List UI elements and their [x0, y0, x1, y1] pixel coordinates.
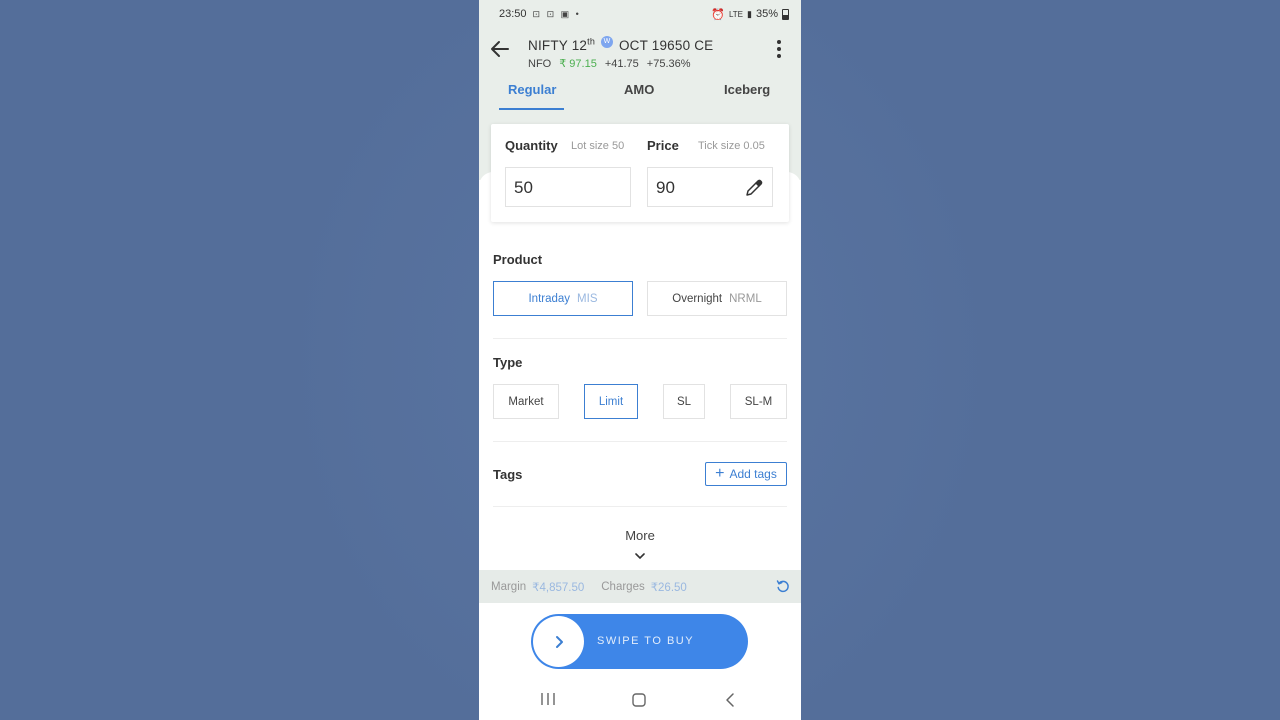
more-options-toggle[interactable]: More: [479, 528, 801, 543]
quantity-input[interactable]: 50: [505, 167, 631, 207]
lot-size-hint: Lot size 50: [571, 140, 625, 152]
instrument-header: NIFTY 12th W OCT 19650 CE NFO ₹ 97.15 +41.…: [528, 36, 748, 70]
tab-amo[interactable]: AMO: [624, 82, 654, 97]
quantity-price-card: Quantity Lot size 50 Price Tick size 0.0…: [491, 124, 789, 222]
status-time: 23:50: [499, 8, 527, 20]
phone-screen: 23:50 ⊡ ⊡ ▣ • ⏰ LTE ▮ 35% NIFTY 12th W O…: [479, 0, 801, 720]
type-market-button[interactable]: Market: [493, 384, 559, 419]
type-slm-button[interactable]: SL-M: [730, 384, 787, 419]
type-label: Type: [493, 355, 523, 370]
tick-size-hint: Tick size 0.05: [698, 140, 765, 152]
exchange-label: NFO: [528, 58, 552, 70]
price-value: 90: [656, 178, 675, 197]
quantity-value: 50: [514, 178, 533, 197]
notification-icons: ⊡ ⊡ ▣ •: [532, 8, 581, 19]
margin-bar: Margin ₹4,857.50 Charges ₹26.50: [479, 570, 801, 603]
chevron-down-icon[interactable]: [634, 551, 646, 561]
plus-icon: +: [715, 465, 725, 482]
back-arrow-icon[interactable]: [489, 38, 511, 60]
divider: [493, 441, 787, 442]
status-bar: 23:50 ⊡ ⊡ ▣ • ⏰ LTE ▮ 35%: [499, 6, 789, 22]
alarm-icon: ⏰: [711, 8, 725, 21]
battery-icon: [782, 8, 789, 20]
system-back-icon[interactable]: [724, 692, 736, 708]
add-tags-button[interactable]: + Add tags: [705, 462, 787, 486]
margin-value: ₹4,857.50: [532, 581, 585, 594]
active-tab-indicator: [499, 108, 564, 110]
quantity-label: Quantity: [505, 138, 558, 153]
divider: [493, 338, 787, 339]
instrument-title: NIFTY 12th W OCT 19650 CE: [528, 36, 748, 53]
network-label: LTE: [728, 9, 744, 19]
margin-label: Margin: [491, 580, 527, 593]
price-label: Price: [647, 138, 679, 153]
product-overnight-button[interactable]: Overnight NRML: [647, 281, 787, 316]
battery-percent: 35%: [755, 8, 778, 20]
status-right: ⏰ LTE ▮ 35%: [711, 8, 789, 21]
change-percent: +75.36%: [646, 58, 691, 70]
product-intraday-button[interactable]: Intraday MIS: [493, 281, 633, 316]
home-icon[interactable]: [631, 692, 647, 708]
ltp-value: ₹ 97.15: [559, 58, 597, 70]
price-picker-icon[interactable]: [744, 178, 764, 198]
swipe-handle[interactable]: [533, 616, 584, 667]
instrument-quote: NFO ₹ 97.15 +41.75 +75.36%: [528, 57, 748, 70]
divider: [493, 506, 787, 507]
signal-icon: ▮: [747, 8, 752, 19]
product-intraday-name: Intraday: [528, 292, 571, 305]
product-overnight-code: NRML: [729, 292, 762, 305]
tags-label: Tags: [493, 467, 523, 482]
recent-apps-icon[interactable]: [540, 692, 556, 706]
title-contract: OCT 19650 CE: [618, 38, 714, 53]
product-label: Product: [493, 252, 543, 267]
charges-value: ₹26.50: [650, 581, 687, 594]
charges-label: Charges: [601, 580, 645, 593]
order-variety-tabs: Regular AMO Iceberg: [479, 82, 801, 112]
price-input[interactable]: 90: [647, 167, 773, 207]
type-limit-button[interactable]: Limit: [584, 384, 638, 419]
chevron-right-icon: [555, 635, 563, 648]
product-overnight-name: Overnight: [672, 292, 723, 305]
add-tags-label: Add tags: [729, 467, 777, 481]
weekly-badge: W: [600, 36, 613, 48]
more-options-icon[interactable]: [775, 40, 783, 60]
system-navigation-bar: [479, 686, 801, 714]
title-suffix: th: [587, 36, 596, 47]
refresh-icon[interactable]: [776, 579, 790, 593]
tab-iceberg[interactable]: Iceberg: [724, 82, 770, 97]
swipe-to-buy-slider[interactable]: SWIPE TO BUY: [531, 614, 748, 669]
type-sl-button[interactable]: SL: [663, 384, 705, 419]
swipe-label: SWIPE TO BUY: [597, 635, 695, 647]
product-intraday-code: MIS: [577, 292, 598, 305]
title-symbol: NIFTY 12: [528, 38, 588, 53]
tab-regular[interactable]: Regular: [508, 82, 556, 97]
change-value: +41.75: [604, 58, 639, 70]
